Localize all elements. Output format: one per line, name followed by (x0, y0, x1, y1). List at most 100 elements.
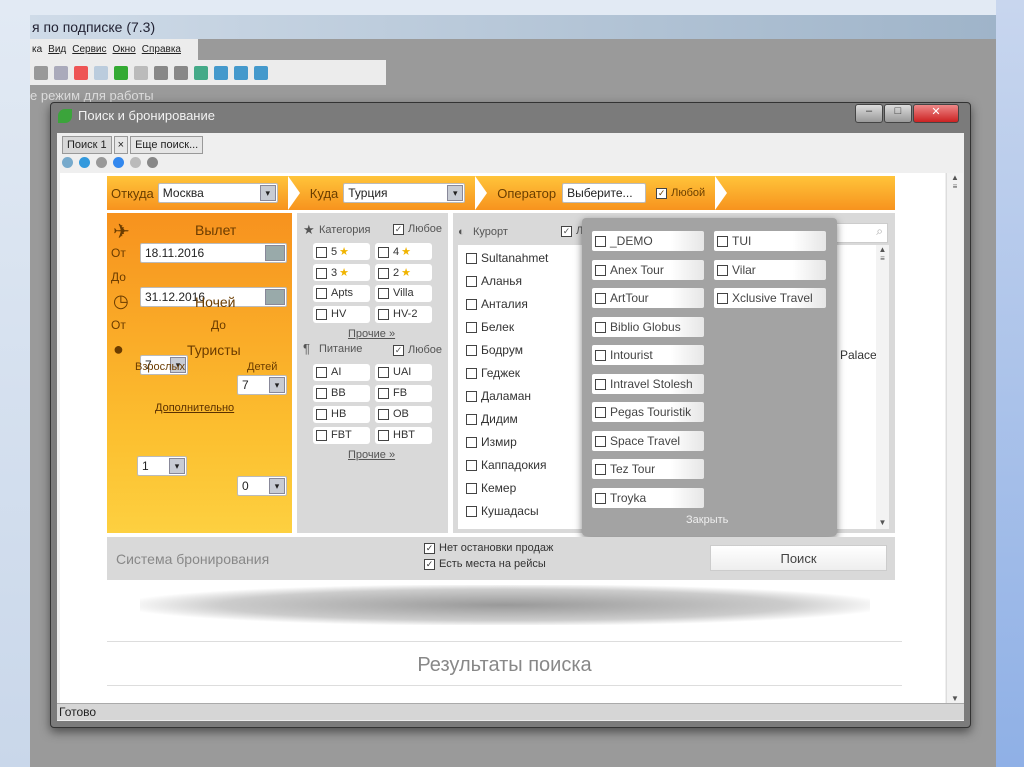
operator-option[interactable]: Troyka (592, 487, 704, 508)
category-any-checkbox[interactable]: ✓ Любое (393, 223, 442, 235)
operator-any-checkbox[interactable]: ✓ (656, 187, 668, 199)
paste-icon[interactable] (174, 65, 188, 80)
more-options-link[interactable]: Дополнительно (155, 402, 234, 414)
checkbox[interactable] (466, 322, 477, 334)
document-icon[interactable] (94, 65, 108, 80)
children-select[interactable]: 0 ▾ (237, 476, 287, 496)
category-option[interactable]: HV-2 (375, 306, 432, 323)
window-icon[interactable] (214, 65, 228, 80)
meals-option[interactable]: UAI (375, 364, 432, 381)
operator-option[interactable]: Tez Tour (592, 459, 704, 479)
checkbox[interactable] (466, 345, 477, 357)
checkbox[interactable] (378, 408, 389, 420)
checkbox[interactable] (595, 236, 606, 248)
checkbox[interactable] (595, 378, 606, 390)
checkbox[interactable] (595, 407, 606, 419)
popup-close-link[interactable]: Закрыть (686, 514, 728, 526)
tab-search-1[interactable]: Поиск 1 (62, 136, 112, 154)
resort-item[interactable]: Геджек (466, 366, 520, 380)
checkbox[interactable] (378, 267, 389, 279)
hotel-item-partial[interactable]: Palace (840, 348, 877, 362)
operator-option[interactable]: Anex Tour (592, 259, 704, 280)
category-option[interactable]: 3 ★ (313, 264, 370, 281)
close-button[interactable]: ✕ (913, 104, 959, 123)
color-icon[interactable] (74, 65, 88, 80)
checkbox[interactable] (466, 506, 477, 518)
resort-item[interactable]: Каппадокия (466, 458, 546, 472)
menu-view[interactable]: Вид (48, 44, 66, 55)
resort-item[interactable]: Анталия (466, 297, 528, 311)
category-option[interactable]: 4 ★ (375, 243, 432, 260)
menu-item[interactable]: ка (32, 44, 42, 55)
operator-option[interactable]: ArtTour (592, 288, 704, 308)
checkbox[interactable] (378, 366, 389, 378)
checkbox[interactable] (466, 391, 477, 403)
resort-any-checkbox[interactable]: ✓ Л (561, 225, 583, 237)
window-icon[interactable] (234, 65, 248, 80)
checkbox[interactable] (595, 464, 606, 476)
resort-item[interactable]: Аланья (466, 274, 522, 288)
home-icon[interactable] (62, 157, 73, 168)
resort-item[interactable]: Белек (466, 320, 514, 334)
operator-option[interactable]: Intourist (592, 345, 704, 365)
checkbox[interactable] (717, 293, 728, 305)
operator-select[interactable]: Выберите... (562, 183, 647, 203)
resort-item[interactable]: Sultanahmet (466, 251, 548, 265)
operator-option[interactable]: Biblio Globus (592, 316, 704, 337)
resort-item[interactable]: Дидим (466, 412, 518, 426)
print-icon[interactable] (130, 157, 141, 168)
to-select[interactable]: Турция ▾ (343, 183, 466, 203)
copy-icon[interactable] (154, 65, 168, 80)
checkbox[interactable] (595, 492, 606, 504)
meals-option[interactable]: AI (313, 364, 370, 381)
resort-item[interactable]: Бодрум (466, 343, 523, 357)
checkbox[interactable] (717, 236, 728, 248)
operator-option[interactable]: _DEMO (592, 231, 704, 251)
checkbox[interactable] (378, 287, 389, 299)
meals-option[interactable]: OB (375, 406, 432, 423)
category-option[interactable]: 2 ★ (375, 264, 432, 281)
checkbox[interactable] (316, 246, 327, 258)
tab-more-search[interactable]: Еще поиск... (130, 136, 204, 154)
nights-to-select[interactable]: 7 ▾ (237, 375, 287, 395)
phone-icon[interactable] (114, 65, 128, 80)
menu-service[interactable]: Сервис (72, 44, 106, 55)
operator-option[interactable]: Space Travel (592, 430, 704, 451)
checkbox[interactable] (316, 287, 327, 299)
category-option[interactable]: 5 ★ (313, 243, 370, 260)
checkbox[interactable] (595, 435, 606, 447)
refresh-icon[interactable] (34, 65, 48, 80)
checkbox[interactable] (595, 321, 606, 333)
meals-option[interactable]: FB (375, 385, 432, 402)
resort-item[interactable]: Кушадасы (466, 504, 539, 518)
checkbox[interactable] (316, 308, 327, 320)
checkbox[interactable] (316, 366, 327, 378)
operator-option[interactable]: TUI (714, 231, 826, 251)
meals-more-link[interactable]: Прочие » (348, 449, 395, 461)
checkbox[interactable] (316, 387, 327, 399)
stop-icon[interactable] (147, 157, 158, 168)
resort-item[interactable]: Измир (466, 435, 517, 449)
print-icon[interactable] (54, 65, 68, 80)
forward-icon[interactable] (96, 157, 107, 168)
checkbox[interactable] (595, 350, 606, 362)
resort-list-scrollbar[interactable]: ▲ ≡ ▼ (876, 245, 889, 529)
checkbox[interactable] (466, 253, 477, 265)
resort-item[interactable]: Кемер (466, 481, 516, 495)
resort-item[interactable]: Даламан (466, 389, 531, 403)
operator-option[interactable]: Vilar (714, 259, 826, 280)
hotel-search-input[interactable]: ⌕ (833, 223, 888, 243)
menu-window[interactable]: Окно (113, 44, 136, 55)
checkbox[interactable] (595, 264, 606, 276)
category-option[interactable]: Apts (313, 285, 370, 302)
tab-close-button[interactable]: × (113, 136, 129, 154)
from-select[interactable]: Москва ▾ (157, 183, 278, 203)
checkbox[interactable] (466, 299, 477, 311)
checkbox[interactable] (595, 293, 606, 305)
menu-help[interactable]: Справка (142, 44, 181, 55)
search-button[interactable]: Поиск (710, 545, 887, 571)
checkbox[interactable] (378, 308, 389, 320)
back-icon[interactable] (79, 157, 90, 168)
meals-option[interactable]: HB (313, 406, 370, 423)
checkbox[interactable] (466, 483, 477, 495)
